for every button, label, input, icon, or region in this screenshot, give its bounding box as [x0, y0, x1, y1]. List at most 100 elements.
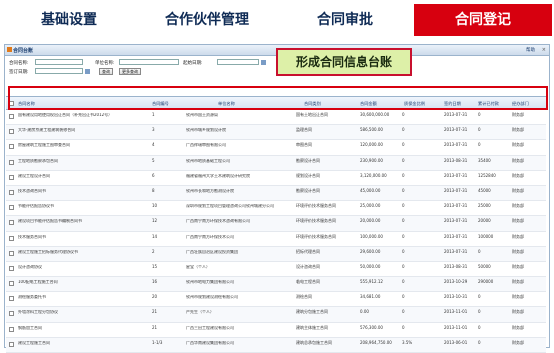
cell-contract-name[interactable]: 技术咨询合同书	[18, 189, 138, 194]
sign-date-input[interactable]	[35, 68, 83, 74]
table-row[interactable]: 技术服务合同书 14 广西南宁南方环保技术公司 环境评价技术服务合同 100,000.0…	[6, 232, 546, 247]
table-row[interactable]: 国有建设用地使用权出让合同（补充出让书2012号） 1 钦州市国土资源局 国有土地出让…	[6, 110, 546, 126]
row-checkbox[interactable]	[9, 265, 14, 271]
cell-contract-no: 14	[152, 233, 158, 239]
table-row[interactable]: 房屋建筑工程施工图审查合同 4 广西祥瑞审图有限公司 审图合同 120,000.00 0 2…	[6, 140, 546, 156]
help-link[interactable]: 帮助	[526, 47, 535, 53]
cell-paid: 0	[478, 112, 481, 117]
cell-sign-date: 2013-07-31	[444, 127, 468, 133]
row-checkbox[interactable]	[9, 174, 14, 180]
cell-retention-rate: 0	[402, 248, 405, 254]
cell-department: 财务部	[512, 172, 524, 178]
tab-partner-management[interactable]: 合作伙伴管理	[138, 4, 276, 36]
table-row[interactable]: 测绘服务委托书 20 钦州市规划建设测绘有限公司 测绘合同 34,681.00 0 2013…	[6, 292, 546, 308]
cell-amount: 20,000.00	[360, 218, 381, 224]
cell-contract-type: 环境评价技术服务合同	[296, 218, 336, 224]
table-row[interactable]: 钢筋加工合同 21 广西三田工程建设有限公司 建筑主体施工合同 576,300.00 0 2…	[6, 323, 546, 338]
row-checkbox[interactable]	[9, 129, 14, 135]
row-checkbox[interactable]	[9, 189, 14, 195]
cell-contract-type: 国有土地出让合同	[296, 112, 328, 117]
cell-amount: 50,000.00	[360, 263, 381, 269]
unit-name-input[interactable]	[119, 59, 179, 65]
table-row[interactable]: 大华·建房京建工程建筑装修合同 3 钦州市城乡规划设计院 监理合同 586,500.00…	[6, 125, 546, 141]
cell-retention-rate: 0	[402, 233, 405, 239]
cell-contract-no: 6	[152, 172, 155, 178]
row-checkbox[interactable]	[9, 144, 14, 150]
cell-contract-name[interactable]: 建设工程施工招标服务代理协议书	[18, 250, 138, 255]
row-checkbox[interactable]	[9, 341, 14, 347]
cell-contract-name[interactable]: 节能评估报告协议书	[18, 204, 138, 209]
calendar-icon[interactable]	[261, 60, 266, 65]
table-row[interactable]: 工程地质勘察承包合同 5 钦州市地质基础工程公司 勘察设计合同 230,900.00 0 2…	[6, 155, 546, 171]
cell-amount: 0.00	[360, 309, 369, 315]
cell-paid: 1252840	[478, 172, 496, 178]
cell-contract-type: 监理合同	[296, 127, 312, 133]
cell-contract-name[interactable]: 建设工程施工合同	[18, 341, 138, 346]
close-icon[interactable]: ×	[542, 47, 546, 53]
ledger-icon	[7, 47, 12, 52]
cell-contract-name[interactable]: 钢筋加工合同	[18, 326, 138, 331]
tab-contract-approval[interactable]: 合同审批	[276, 4, 414, 36]
cell-amount: 576,300.00	[360, 324, 383, 330]
table-row[interactable]: 建设工程设计合同 6 福建省福州大学土木建筑设计研究院 规划设计合同 3,120,000…	[6, 171, 546, 186]
cell-contract-no: 21	[152, 324, 158, 330]
cell-contract-type: 勘察设计合同	[296, 187, 320, 193]
calendar-icon[interactable]	[85, 69, 90, 74]
cell-retention-rate: 0	[402, 324, 405, 330]
cell-amount: 120,000.00	[360, 142, 383, 148]
table-row[interactable]: 技术咨询合同书 8 钦州市长和地方勘测设计院 勘察设计合同 45,000.00 0 2013…	[6, 185, 546, 202]
cell-department: 财务部	[512, 127, 524, 133]
cell-contract-no: 15	[152, 263, 158, 269]
cell-sign-date: 2013-06-01	[444, 339, 468, 345]
cell-amount: 586,500.00	[360, 127, 383, 133]
cell-retention-rate: 0	[402, 112, 405, 117]
table-row[interactable]: 建设项目节能评估报告书编制合同书 12 广西南宁南方环保技术咨询有限公司 环境评价技术…	[6, 216, 546, 232]
table-row[interactable]: 节能评估报告协议书 10 深圳市规划工程项目管理咨询公司钦州城建分公司 环境评价技术服…	[6, 201, 546, 217]
row-checkbox[interactable]	[9, 281, 14, 287]
cell-contract-name[interactable]: 测绘服务委托书	[18, 295, 138, 300]
cell-contract-name[interactable]: 大华·建房京建工程建筑装修合同	[18, 128, 138, 133]
cell-contract-no: 12	[152, 218, 158, 224]
row-checkbox[interactable]	[9, 114, 14, 119]
row-checkbox[interactable]	[9, 326, 14, 332]
cell-retention-rate: 0	[402, 203, 405, 209]
cell-paid: 0	[478, 309, 481, 315]
table-row[interactable]: 建设工程施工招标服务代理协议书 2 广西壮族自治区建设投资集团 招标代理合同 29,60…	[6, 246, 546, 262]
table-row[interactable]: 外墙涂料工程分包协议 21 严先生（个人） 建筑分包施工合同 0.00 0 2013-11-…	[6, 307, 546, 323]
row-checkbox[interactable]	[9, 205, 14, 211]
cell-department: 财务部	[512, 142, 524, 148]
start-date-input[interactable]	[217, 59, 259, 65]
cell-sign-date: 2013-07-31	[444, 142, 468, 148]
tab-contract-registration[interactable]: 合同登记	[414, 4, 552, 36]
contract-name-input[interactable]	[35, 59, 83, 65]
row-checkbox[interactable]	[9, 159, 14, 165]
cell-contract-name[interactable]: 设计咨询协议	[18, 265, 138, 270]
cell-contract-name[interactable]: 国有建设用地使用权出让合同（补充出让书2012号）	[18, 113, 138, 118]
cell-sign-date: 2013-07-31	[444, 248, 468, 254]
table-row[interactable]: 建设工程施工合同 1-1/3 广西华南建设集团有限公司 建筑总承包施工合同 208,96…	[6, 337, 546, 353]
cell-contract-name[interactable]: 建设工程设计合同	[18, 174, 138, 179]
more-search-button[interactable]: 更多查询	[119, 68, 141, 75]
cell-retention-rate: 0	[402, 294, 405, 300]
row-checkbox[interactable]	[9, 250, 14, 256]
row-checkbox[interactable]	[9, 296, 14, 302]
table-row[interactable]: 设计咨询协议 15 星宝（个人） 设计咨询合同 50,000.00 0 2013-08-31…	[6, 262, 546, 278]
tab-basic-settings[interactable]: 基础设置	[0, 4, 138, 36]
row-checkbox[interactable]	[9, 311, 14, 317]
panel-title: 合同台账	[13, 48, 34, 54]
cell-retention-rate: 0	[402, 218, 405, 224]
search-button[interactable]: 查询	[99, 68, 113, 75]
cell-contract-name[interactable]: 房屋建筑工程施工图审查合同	[18, 143, 138, 148]
table-row[interactable]: 100配电工程施工合同 16 钦州市地电力集团有限公司 临电工程合同 555,912.1…	[6, 277, 546, 293]
cell-contract-name[interactable]: 外墙涂料工程分包协议	[18, 310, 138, 315]
cell-contract-name[interactable]: 工程地质勘察承包合同	[18, 159, 138, 164]
cell-contract-no: 1	[152, 112, 155, 117]
row-checkbox[interactable]	[9, 220, 14, 226]
cell-contract-name[interactable]: 技术服务合同书	[18, 235, 138, 240]
cell-retention-rate: 0	[402, 142, 405, 148]
cell-contract-type: 环境评价技术服务合同	[296, 233, 336, 239]
cell-paid: 0	[478, 324, 481, 330]
row-checkbox[interactable]	[9, 235, 14, 241]
cell-contract-name[interactable]: 建设项目节能评估报告书编制合同书	[18, 219, 138, 224]
cell-contract-name[interactable]: 100配电工程施工合同	[18, 280, 138, 285]
